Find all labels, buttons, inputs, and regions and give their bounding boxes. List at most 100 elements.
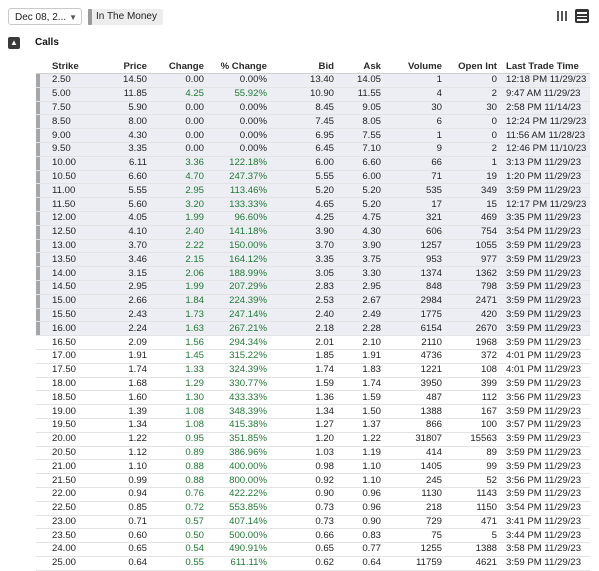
expiry-date-select[interactable]: Dec 08, 2... ▼ bbox=[8, 8, 82, 25]
table-row[interactable]: 7.50 5.90 0.00 0.00% 8.45 9.05 30 30 2:58 PM 11/… bbox=[36, 101, 590, 116]
cell-pct-change: 0.00% bbox=[207, 73, 270, 88]
cell-bid: 0.66 bbox=[270, 528, 337, 544]
table-row[interactable]: 9.00 4.30 0.00 0.00% 6.95 7.55 1 0 11:56 AM 11/2… bbox=[36, 128, 590, 143]
cell-open-interest: 1968 bbox=[445, 335, 500, 350]
table-row[interactable]: 15.00 2.66 1.84 224.39% 2.53 2.67 2984 2471 3:59… bbox=[36, 294, 590, 309]
table-row[interactable]: 10.00 6.11 3.36 122.18% 6.00 6.60 66 1 3:13 PM 1… bbox=[36, 156, 590, 171]
cell-ask: 6.00 bbox=[337, 170, 384, 185]
table-row[interactable]: 19.50 1.34 1.08 415.38% 1.27 1.37 866 100 3:57 P… bbox=[36, 418, 590, 433]
table-row[interactable]: 21.50 0.99 0.88 800.00% 0.92 1.10 245 52 3:56 PM… bbox=[36, 473, 590, 488]
cell-price: 2.43 bbox=[88, 308, 150, 323]
table-row[interactable]: 22.50 0.85 0.72 553.85% 0.73 0.96 218 1150 3:54 … bbox=[36, 501, 590, 516]
table-row[interactable]: 16.00 2.24 1.63 267.21% 2.18 2.28 6154 2670 3:59… bbox=[36, 321, 590, 337]
cell-price: 0.85 bbox=[88, 501, 150, 516]
table-row[interactable]: 11.50 5.60 3.20 133.33% 4.65 5.20 17 15 12:17 PM… bbox=[36, 197, 590, 212]
cell-ask: 7.55 bbox=[337, 128, 384, 143]
table-row[interactable]: 23.00 0.71 0.57 407.14% 0.73 0.90 729 471 3:41 P… bbox=[36, 515, 590, 530]
table-row[interactable]: 20.50 1.12 0.89 386.96% 1.03 1.19 414 89 3:59 PM… bbox=[36, 446, 590, 461]
cell-bid: 1.34 bbox=[270, 404, 337, 419]
table-row[interactable]: 15.50 2.43 1.73 247.14% 2.40 2.49 1775 420 3:59 … bbox=[36, 308, 590, 323]
cell-open-interest: 2 bbox=[445, 87, 500, 102]
cell-last-trade-time: 3:59 PM 11/29/23 bbox=[500, 446, 590, 461]
cell-strike: 21.00 bbox=[36, 459, 88, 475]
cell-pct-change: 407.14% bbox=[207, 515, 270, 530]
cell-change: 1.73 bbox=[150, 308, 207, 323]
column-header-volume[interactable]: Volume bbox=[384, 59, 445, 74]
table-row[interactable]: 13.50 3.46 2.15 164.12% 3.35 3.75 953 977 3:59 P… bbox=[36, 252, 590, 268]
chevron-up-icon[interactable]: ▲ bbox=[8, 37, 20, 49]
cell-ask: 1.83 bbox=[337, 363, 384, 378]
cell-bid: 6.95 bbox=[270, 128, 337, 143]
cell-ask: 1.91 bbox=[337, 349, 384, 364]
table-row[interactable]: 21.00 1.10 0.88 400.00% 0.98 1.10 1405 99 3:59 P… bbox=[36, 459, 590, 475]
cell-last-trade-time: 3:59 PM 11/29/23 bbox=[500, 183, 590, 199]
column-header-bid[interactable]: Bid bbox=[270, 59, 337, 74]
table-row[interactable]: 24.00 0.65 0.54 490.91% 0.65 0.77 1255 1388 3:58… bbox=[36, 542, 590, 557]
cell-price: 0.94 bbox=[88, 487, 150, 502]
table-row[interactable]: 18.00 1.68 1.29 330.77% 1.59 1.74 3950 399 3:59 … bbox=[36, 377, 590, 392]
cell-strike: 11.50 bbox=[36, 197, 88, 212]
table-row[interactable]: 5.00 11.85 4.25 55.92% 10.90 11.55 4 2 9:47 AM 1… bbox=[36, 87, 590, 102]
cell-pct-change: 141.18% bbox=[207, 225, 270, 240]
table-row[interactable]: 14.50 2.95 1.99 207.29% 2.83 2.95 848 798 3:59 P… bbox=[36, 280, 590, 295]
table-row[interactable]: 16.50 2.09 1.56 294.34% 2.01 2.10 2110 1968 3:59… bbox=[36, 335, 590, 350]
cell-price: 3.35 bbox=[88, 142, 150, 157]
cell-last-trade-time: 3:57 PM 11/29/23 bbox=[500, 418, 590, 433]
column-header-strike[interactable]: Strike bbox=[36, 59, 88, 74]
table-row[interactable]: 12.50 4.10 2.40 141.18% 3.90 4.30 606 754 3:54 P… bbox=[36, 225, 590, 240]
table-row[interactable]: 14.00 3.15 2.06 188.99% 3.05 3.30 1374 1362 3:59… bbox=[36, 266, 590, 281]
chevron-down-icon: ▼ bbox=[69, 13, 77, 22]
cell-price: 5.60 bbox=[88, 197, 150, 212]
column-header-pct-change[interactable]: % Change bbox=[207, 59, 270, 74]
cell-open-interest: 99 bbox=[445, 459, 500, 475]
cell-open-interest: 0 bbox=[445, 114, 500, 130]
cell-ask: 5.20 bbox=[337, 197, 384, 212]
in-the-money-toggle[interactable]: In The Money bbox=[88, 9, 163, 25]
table-row[interactable]: 12.00 4.05 1.99 96.60% 4.25 4.75 321 469 3:35 PM… bbox=[36, 211, 590, 226]
column-header-price[interactable]: Price bbox=[88, 59, 150, 74]
column-header-last-trade-time[interactable]: Last Trade Time bbox=[500, 59, 590, 74]
table-row[interactable]: 20.00 1.22 0.95 351.85% 1.20 1.22 31807 15563 3:… bbox=[36, 432, 590, 447]
table-row[interactable]: 23.50 0.60 0.50 500.00% 0.66 0.83 75 5 3:44 PM 1… bbox=[36, 528, 590, 544]
table-row[interactable]: 2.50 14.50 0.00 0.00% 13.40 14.05 1 0 12:18 PM 1… bbox=[36, 73, 590, 88]
cell-bid: 6.45 bbox=[270, 142, 337, 157]
cell-strike: 20.00 bbox=[36, 432, 88, 447]
table-row[interactable]: 22.00 0.94 0.76 422.22% 0.90 0.96 1130 1143 3:59… bbox=[36, 487, 590, 502]
table-row[interactable]: 13.00 3.70 2.22 150.00% 3.70 3.90 1257 1055 3:59… bbox=[36, 239, 590, 254]
cell-price: 3.15 bbox=[88, 266, 150, 281]
cell-bid: 5.55 bbox=[270, 170, 337, 185]
rows-icon[interactable] bbox=[575, 9, 589, 23]
table-row[interactable]: 10.50 6.60 4.70 247.37% 5.55 6.00 71 19 1:20 PM … bbox=[36, 170, 590, 185]
cell-change: 0.55 bbox=[150, 556, 207, 571]
table-row[interactable]: 8.50 8.00 0.00 0.00% 7.45 8.05 6 0 12:24 PM 11/2… bbox=[36, 114, 590, 130]
cell-ask: 6.60 bbox=[337, 156, 384, 171]
cell-last-trade-time: 3:44 PM 11/29/23 bbox=[500, 528, 590, 544]
cell-last-trade-time: 3:59 PM 11/29/23 bbox=[500, 377, 590, 392]
cell-last-trade-time: 9:47 AM 11/29/23 bbox=[500, 87, 590, 102]
cell-last-trade-time: 3:59 PM 11/29/23 bbox=[500, 459, 590, 475]
cell-ask: 0.96 bbox=[337, 487, 384, 502]
cell-open-interest: 52 bbox=[445, 473, 500, 488]
cell-open-interest: 1 bbox=[445, 156, 500, 171]
table-row[interactable]: 17.00 1.91 1.45 315.22% 1.85 1.91 4736 372 4:01 … bbox=[36, 349, 590, 364]
cell-open-interest: 19 bbox=[445, 170, 500, 185]
column-header-change[interactable]: Change bbox=[150, 59, 207, 74]
columns-icon[interactable] bbox=[555, 9, 569, 23]
column-header-ask[interactable]: Ask bbox=[337, 59, 384, 74]
table-row[interactable]: 9.50 3.35 0.00 0.00% 6.45 7.10 9 2 12:46 PM 11/1… bbox=[36, 142, 590, 157]
cell-ask: 3.30 bbox=[337, 266, 384, 281]
cell-bid: 4.65 bbox=[270, 197, 337, 212]
table-row[interactable]: 17.50 1.74 1.33 324.39% 1.74 1.83 1221 108 4:01 … bbox=[36, 363, 590, 378]
table-row[interactable]: 11.00 5.55 2.95 113.46% 5.20 5.20 535 349 3:59 P… bbox=[36, 183, 590, 199]
cell-volume: 487 bbox=[384, 390, 445, 406]
table-row[interactable]: 18.50 1.60 1.30 433.33% 1.36 1.59 487 112 3:56 P… bbox=[36, 390, 590, 406]
cell-volume: 729 bbox=[384, 515, 445, 530]
table-row[interactable]: 19.00 1.39 1.08 348.39% 1.34 1.50 1388 167 3:59 … bbox=[36, 404, 590, 419]
table-row[interactable]: 25.00 0.64 0.55 611.11% 0.62 0.64 11759 4621 3:5… bbox=[36, 556, 590, 571]
cell-bid: 1.74 bbox=[270, 363, 337, 378]
cell-volume: 1374 bbox=[384, 266, 445, 281]
cell-bid: 2.53 bbox=[270, 294, 337, 309]
column-header-open-interest[interactable]: Open Int bbox=[445, 59, 500, 74]
cell-price: 1.34 bbox=[88, 418, 150, 433]
cell-price: 2.24 bbox=[88, 321, 150, 337]
